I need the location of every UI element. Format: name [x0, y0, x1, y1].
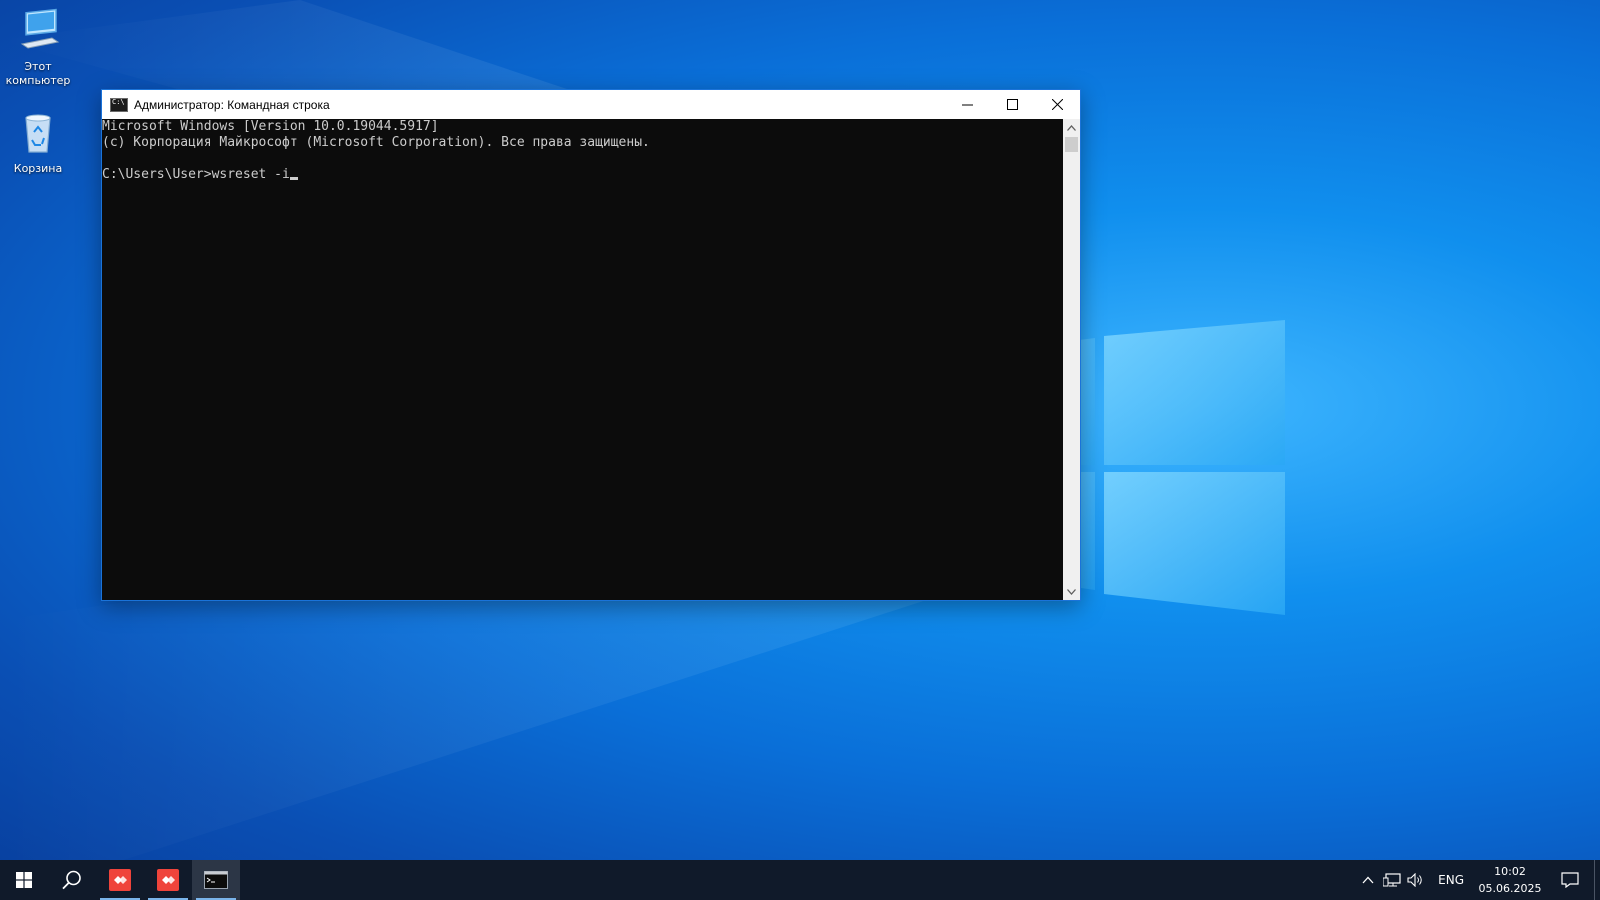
search-button[interactable] — [48, 860, 96, 900]
taskbar-app-anydesk-1[interactable] — [96, 860, 144, 900]
vertical-scrollbar[interactable] — [1063, 119, 1080, 600]
language-indicator[interactable]: ENG — [1428, 873, 1474, 887]
window-title: Администратор: Командная строка — [134, 97, 330, 112]
clock-time: 10:02 — [1494, 865, 1526, 878]
scroll-thumb[interactable] — [1065, 137, 1078, 152]
clock-date: 05.06.2025 — [1478, 882, 1542, 895]
text-cursor — [289, 177, 298, 180]
chevron-up-icon — [1067, 124, 1076, 131]
taskbar-app-cmd[interactable] — [192, 860, 240, 900]
show-desktop-button[interactable] — [1594, 860, 1600, 900]
scroll-up-button[interactable] — [1063, 119, 1080, 136]
this-pc-icon — [20, 8, 60, 49]
console-line: Microsoft Windows [Version 10.0.19044.59… — [102, 119, 439, 134]
taskbar: ENG 10:02 05.06.2025 — [0, 860, 1600, 900]
chevron-up-icon — [1362, 876, 1374, 884]
close-button[interactable] — [1035, 90, 1080, 119]
start-button[interactable] — [0, 860, 48, 900]
desktop-icon-recycle-bin[interactable]: Корзина — [0, 110, 76, 176]
action-center-button[interactable] — [1546, 860, 1594, 900]
chevron-down-icon — [1067, 588, 1076, 595]
console-line: (c) Корпорация Майкрософт (Microsoft Cor… — [102, 135, 650, 150]
network-button[interactable] — [1380, 860, 1404, 900]
desktop-icon-label: Этот компьютер — [5, 60, 71, 87]
anydesk-icon — [157, 869, 179, 891]
desktop-icon-this-pc[interactable]: Этот компьютер — [0, 8, 76, 88]
taskbar-app-anydesk-2[interactable] — [144, 860, 192, 900]
desktop-icon-label: Корзина — [13, 162, 63, 175]
notification-icon — [1561, 872, 1579, 888]
windows-start-icon — [16, 872, 32, 888]
clock[interactable]: 10:02 05.06.2025 — [1474, 863, 1546, 897]
console-prompt-line: C:\Users\User>wsreset -i — [102, 167, 1063, 183]
volume-button[interactable] — [1404, 860, 1428, 900]
system-tray: ENG 10:02 05.06.2025 — [1356, 860, 1600, 900]
speaker-icon — [1407, 873, 1422, 887]
cmd-icon — [204, 871, 228, 889]
recycle-bin-icon — [25, 114, 51, 153]
show-hidden-icons-button[interactable] — [1356, 860, 1380, 900]
minimize-icon — [962, 104, 973, 106]
anydesk-icon — [109, 869, 131, 891]
scroll-down-button[interactable] — [1063, 583, 1080, 600]
search-icon — [62, 870, 81, 890]
maximize-icon — [1007, 99, 1018, 110]
maximize-button[interactable] — [990, 90, 1035, 119]
minimize-button[interactable] — [945, 90, 990, 119]
cmd-icon — [110, 97, 128, 112]
console-prompt: C:\Users\User>wsreset -i — [102, 167, 290, 182]
network-icon — [1383, 873, 1401, 887]
cmd-window[interactable]: Администратор: Командная строка Microsof… — [101, 89, 1081, 601]
title-bar[interactable]: Администратор: Командная строка — [102, 90, 1080, 119]
console-output[interactable]: Microsoft Windows [Version 10.0.19044.59… — [102, 119, 1063, 600]
close-icon — [1052, 99, 1063, 110]
